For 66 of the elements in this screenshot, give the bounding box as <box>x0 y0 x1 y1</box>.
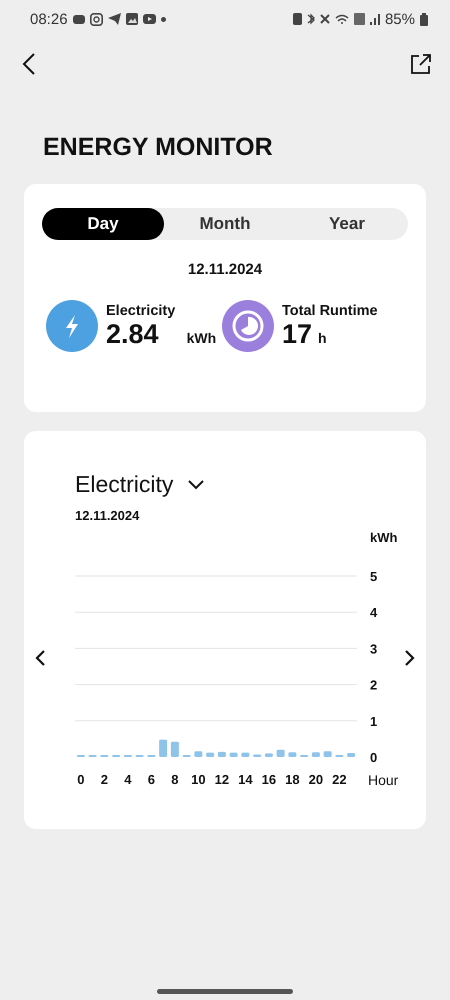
chart-bar <box>159 740 168 757</box>
x-tick-label: 18 <box>285 772 300 787</box>
x-tick-label: 8 <box>171 772 178 787</box>
battery-icon <box>420 12 428 26</box>
y-tick-label: 5 <box>370 569 378 584</box>
share-button[interactable] <box>410 53 432 75</box>
metric-dropdown[interactable]: Electricity <box>75 471 206 498</box>
chart-bar <box>253 754 262 757</box>
chart-bar <box>194 751 202 757</box>
chart-bar <box>230 752 238 757</box>
x-tick-label: 16 <box>262 772 276 787</box>
chart-bar <box>276 750 285 757</box>
stat-unit: h <box>318 330 327 346</box>
axis-title: Hour <box>368 772 398 788</box>
camera-icon <box>90 12 103 26</box>
stat-value: 2.84 <box>106 318 159 350</box>
x-tick-label: 14 <box>238 772 253 787</box>
chart-bar <box>206 752 214 757</box>
chart-bar <box>288 752 296 757</box>
chevron-down-icon <box>187 480 206 490</box>
play-icon <box>142 14 156 24</box>
y-tick-label: 4 <box>370 605 378 620</box>
chart-bar <box>324 751 332 757</box>
chart-bar <box>170 742 179 757</box>
back-button[interactable] <box>22 52 36 76</box>
axis-unit: kWh <box>370 530 398 545</box>
x-tick-label: 2 <box>100 772 108 787</box>
signal-icon <box>370 13 380 25</box>
status-time: 08:26 <box>30 10 68 28</box>
y-tick-label: 2 <box>370 678 378 693</box>
chart-bar <box>264 753 273 757</box>
y-tick-label: 0 <box>370 750 378 765</box>
next-button[interactable] <box>404 649 416 667</box>
wifi-icon <box>334 14 349 24</box>
previous-button[interactable] <box>34 649 46 667</box>
page-title: ENERGY MONITOR <box>43 132 274 162</box>
mute-icon <box>320 14 330 24</box>
x-tick-label: 22 <box>332 772 347 787</box>
x-tick-label: 4 <box>124 772 132 787</box>
x-tick-label: 6 <box>148 772 155 787</box>
stat-unit: kWh <box>186 330 216 346</box>
x-tick-label: 12 <box>214 772 230 787</box>
stat-value: 17 <box>282 318 312 350</box>
timer-icon <box>222 300 274 352</box>
y-tick-label: 1 <box>370 714 378 729</box>
y-tick-label: 3 <box>370 641 378 656</box>
chart-bar <box>218 752 226 757</box>
image-icon <box>126 13 138 25</box>
x-tick-label: 10 <box>191 772 206 787</box>
dot-icon <box>160 16 166 22</box>
stat-label: Electricity <box>106 302 176 318</box>
chart-bar <box>312 752 320 757</box>
period-tab[interactable]: Day <box>42 208 164 240</box>
stat-label: Total Runtime <box>282 302 378 318</box>
summary-date: 12.11.2024 <box>186 261 264 278</box>
battery-percent: 85% <box>384 10 415 28</box>
period-tab[interactable]: Year <box>286 208 408 240</box>
period-tab[interactable]: Month <box>164 208 286 240</box>
chart-bar <box>347 753 356 757</box>
chart-date: 12.11.2024 <box>75 508 140 523</box>
x-tick-label: 20 <box>308 772 324 787</box>
bluetooth-icon <box>306 12 315 26</box>
lightning-icon <box>46 300 98 352</box>
send-icon <box>108 13 121 25</box>
chart-bar <box>241 752 250 757</box>
x-tick-label: 0 <box>77 772 84 787</box>
